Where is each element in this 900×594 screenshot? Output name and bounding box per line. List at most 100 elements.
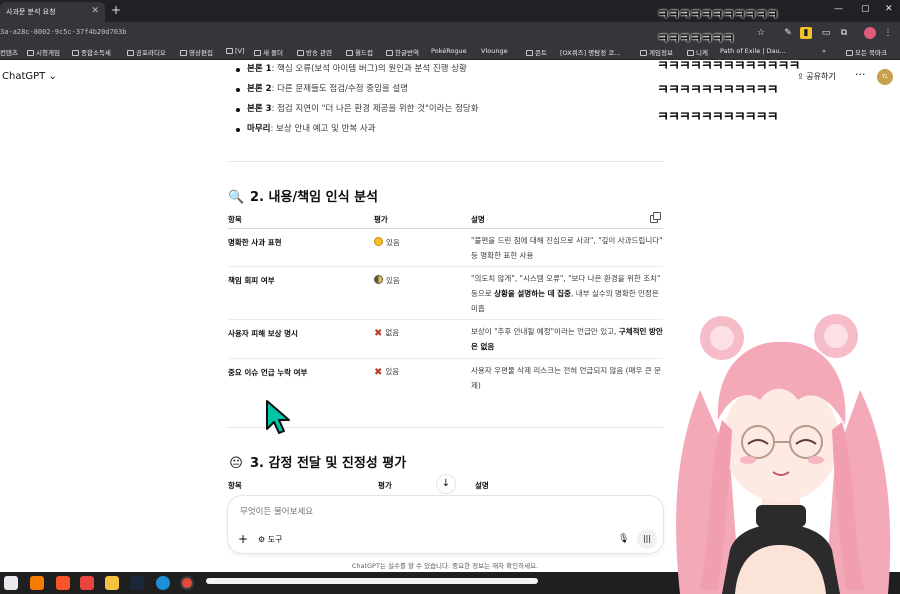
- neutral-face-icon: 😐: [229, 456, 243, 471]
- vlc-icon[interactable]: [30, 576, 44, 590]
- bookmark[interactable]: [V]: [226, 47, 245, 55]
- bookmark[interactable]: 종합소득세: [72, 47, 111, 57]
- taskbar-active-window[interactable]: [206, 578, 538, 584]
- screenshot-icon[interactable]: ▭: [820, 27, 832, 39]
- folder-icon: [846, 50, 853, 56]
- star-icon[interactable]: ☆: [755, 27, 767, 39]
- app-icon[interactable]: [80, 576, 94, 590]
- more-options-icon[interactable]: ···: [855, 68, 866, 81]
- share-button[interactable]: ⇪ 공유하기: [797, 71, 836, 82]
- bookmark[interactable]: 모든 북마크: [846, 47, 887, 57]
- section-heading: 🔍 2. 내용/책임 인식 분석: [228, 190, 378, 205]
- divider: [228, 161, 663, 162]
- folder-icon: [386, 50, 393, 56]
- cross-mark-icon: ✖: [374, 328, 383, 339]
- column-header: 평가: [378, 481, 392, 490]
- table-cell-desc: "의도치 않게", "시스템 오류", "보다 나은 환경을 위한 조치" 등으…: [471, 274, 661, 313]
- folder-icon: [254, 50, 261, 56]
- copy-icon[interactable]: [650, 212, 661, 223]
- overlay-chat-text: ㅋㅋㅋㅋㅋㅋㅋㅋㅋㅋㅋㅋㅋ: [657, 59, 800, 74]
- close-icon[interactable]: ✕: [91, 6, 99, 16]
- column-header: 항목: [228, 481, 242, 490]
- chrome-icon[interactable]: [180, 576, 194, 590]
- browser-tab[interactable]: 사과문 분석 요청 ✕: [0, 2, 105, 22]
- chevron-down-icon: ⌄: [48, 71, 57, 82]
- bookmark[interactable]: Path of Exile | Dau...: [720, 47, 786, 55]
- extension-icon[interactable]: ▮: [800, 27, 812, 39]
- folder-icon: [180, 50, 187, 56]
- voice-mode-button[interactable]: |||: [637, 529, 657, 549]
- overlay-chat-text: ㅋㅋㅋㅋㅋㅋㅋ: [657, 32, 735, 47]
- overlay-chat-text: ㅋㅋㅋㅋㅋㅋㅋㅋㅋㅋㅋ: [657, 110, 779, 125]
- table-cell-item: 사용자 피해 보상 명시: [228, 329, 298, 338]
- folder-icon: [526, 50, 533, 56]
- table-cell-desc: 사용자 우편물 삭제 리스크는 전혀 언급되지 않음 (매우 큰 문제): [471, 366, 661, 390]
- folder-icon: [297, 50, 304, 56]
- cursor-icon: [266, 400, 290, 434]
- bookmark[interactable]: 한글번역: [386, 47, 419, 57]
- tab-title: 사과문 분석 요청: [6, 8, 56, 16]
- folder-icon: [346, 50, 353, 56]
- divider: [228, 228, 663, 229]
- bookmark[interactable]: 새 폴더: [254, 47, 283, 57]
- overlay-chat-text: ㅋㅋㅋㅋㅋㅋㅋㅋㅋㅋㅋ: [657, 8, 779, 23]
- half-moon-icon: [374, 275, 383, 284]
- bookmark[interactable]: [OX퀴즈] 명탐정 코...: [560, 47, 620, 57]
- divider: [228, 358, 663, 359]
- folder-icon: [640, 50, 647, 56]
- column-header: 평가: [374, 215, 388, 224]
- list-item: 본론 3: 점검 지연이 "더 나은 환경 제공을 위한 것"이라는 정당화: [231, 102, 671, 122]
- bookmark[interactable]: 방송 관련: [297, 47, 332, 57]
- prompt-input[interactable]: [240, 507, 600, 517]
- profile-icon[interactable]: [864, 27, 876, 39]
- avatar[interactable]: YL: [877, 69, 893, 85]
- table-cell-item: 중요 이슈 언급 누락 여부: [228, 368, 308, 377]
- steam-icon[interactable]: [130, 576, 144, 590]
- section-heading: 😐 3. 감정 전달 및 진정성 평가: [229, 456, 407, 471]
- column-header: 항목: [228, 215, 242, 224]
- bookmark[interactable]: 공포라디오: [127, 47, 166, 57]
- bookmark[interactable]: 컨텐츠: [0, 47, 18, 57]
- url-field[interactable]: 3a-a28c-8002-9c5c-37f4b20d703b: [0, 28, 126, 36]
- folder-icon: [226, 48, 233, 54]
- minimize-icon[interactable]: —: [834, 4, 843, 14]
- brave-icon[interactable]: [56, 576, 70, 590]
- list-item: 본론 2: 다른 문제들도 점검/수정 중임을 설명: [231, 82, 671, 102]
- column-header: 설명: [471, 215, 485, 224]
- menu-dots-icon[interactable]: ⋮: [882, 27, 894, 39]
- bookmark[interactable]: 영상편집: [180, 47, 213, 57]
- bookmark[interactable]: 콘트: [526, 47, 547, 57]
- tools-button[interactable]: ⚙ 도구: [258, 534, 282, 545]
- bookmark[interactable]: PokéRogue: [431, 47, 467, 55]
- address-bar: 3a-a28c-8002-9c5c-37f4b20d703b ☆ ✎ ▮ ▭ ⧉…: [0, 22, 900, 44]
- magnifier-icon: 🔍: [228, 190, 245, 205]
- scroll-down-button[interactable]: ↓: [436, 474, 456, 494]
- table-cell-eval: 있음: [374, 237, 400, 248]
- table-cell-desc: 보상이 "추후 안내될 예정"이라는 언급만 있고, 구체적인 방안은 없음: [471, 327, 663, 351]
- puzzle-icon[interactable]: ⧉: [838, 27, 850, 39]
- bookmark[interactable]: 월드컵: [346, 47, 373, 57]
- yellow-circle-icon: [374, 237, 383, 246]
- edge-icon[interactable]: [156, 576, 170, 590]
- divider: [228, 427, 663, 428]
- new-tab-button[interactable]: +: [111, 3, 121, 17]
- folder-icon: [72, 50, 79, 56]
- model-selector[interactable]: ChatGPT ⌄: [2, 71, 57, 82]
- table-cell-item: 책임 회피 여부: [228, 276, 275, 285]
- start-icon[interactable]: [4, 576, 18, 590]
- pen-icon[interactable]: ✎: [782, 27, 794, 39]
- microphone-icon[interactable]: 🎙: [618, 534, 629, 544]
- vtuber-avatar: [676, 314, 891, 594]
- list-item: 마무리: 보상 안내 예고 및 반복 사과: [231, 122, 671, 142]
- folder-icon[interactable]: [105, 576, 119, 590]
- disclaimer: ChatGPT는 실수를 할 수 있습니다. 중요한 정보는 재차 확인하세요.: [351, 562, 539, 570]
- composer: + ⚙ 도구 🎙 |||: [228, 496, 663, 553]
- plus-icon[interactable]: +: [238, 532, 248, 546]
- window-close-icon[interactable]: ✕: [885, 4, 893, 14]
- table-cell-eval: ✖ 있음: [374, 367, 400, 378]
- bookmark[interactable]: 시청게임: [27, 47, 60, 57]
- maximize-icon[interactable]: ▢: [861, 4, 870, 14]
- overlay-chat-text: ㅋㅋㅋㅋㅋㅋㅋㅋㅋㅋㅋ: [657, 83, 779, 98]
- bookmark[interactable]: Vlounge: [481, 47, 508, 55]
- more-bookmarks-icon[interactable]: »: [822, 47, 826, 55]
